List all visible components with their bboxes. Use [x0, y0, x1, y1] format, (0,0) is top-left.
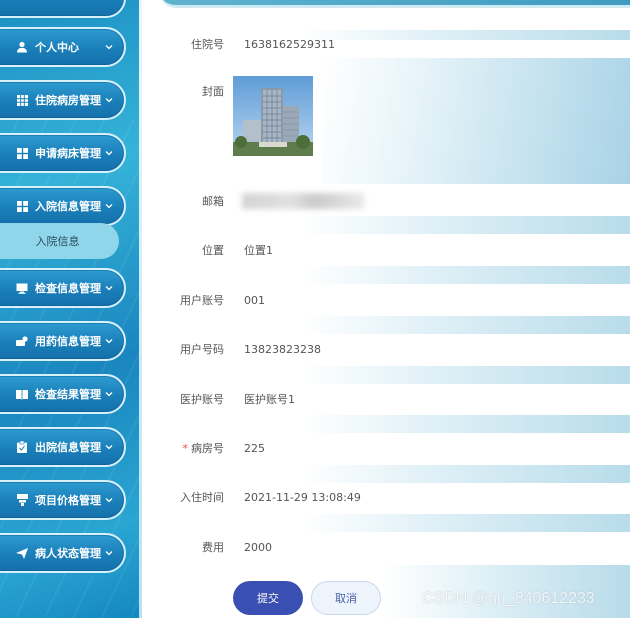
- cancel-button[interactable]: 取消: [311, 581, 381, 615]
- sidebar-item-label: 出院信息管理: [35, 441, 101, 454]
- nurse-account-value[interactable]: 医护账号1: [244, 391, 295, 407]
- email-redaction: [242, 193, 364, 209]
- row-stripe: [302, 266, 630, 284]
- user-icon: [14, 39, 30, 55]
- sidebar-item-personal-center[interactable]: 个人中心: [0, 27, 126, 67]
- sidebar-item-ward-management[interactable]: 住院病房管理: [0, 80, 126, 120]
- row-stripe: [302, 316, 630, 334]
- checkin-time-value[interactable]: 2021-11-29 13:08:49: [244, 491, 361, 504]
- ward-no-label-wrap: * 病房号: [142, 440, 225, 456]
- sidebar-item-patient-status[interactable]: 病人状态管理: [0, 533, 126, 573]
- ward-no-label: 病房号: [191, 442, 224, 455]
- cover-image[interactable]: [233, 76, 313, 156]
- top-tab-bar: [160, 0, 630, 8]
- email-label: 邮箱: [202, 195, 224, 208]
- sidebar-item-label: 检查信息管理: [35, 282, 101, 295]
- form-row-checkin-time: 入住时间 2021-11-29 13:08:49: [142, 488, 630, 506]
- chevron-down-icon: [102, 334, 116, 348]
- send-icon: [14, 545, 30, 561]
- sidebar-subitem-admission-info[interactable]: 入院信息: [0, 223, 119, 259]
- sidebar-item-medication-info[interactable]: 用药信息管理: [0, 321, 126, 361]
- cover-background: [322, 58, 630, 184]
- cover-label: 封面: [202, 85, 224, 98]
- sidebar-item-bed-application[interactable]: 申请病床管理: [0, 133, 126, 173]
- row-stripe: [302, 216, 630, 234]
- cost-label: 费用: [202, 541, 224, 554]
- main-content: 住院号 1638162529311 封面 邮箱 位置 位置1 用户账号 001 …: [142, 0, 630, 618]
- form-row-admission-no: 住院号 1638162529311: [142, 35, 630, 53]
- sidebar-item-label: 住院病房管理: [35, 94, 101, 107]
- form-row-location: 位置 位置1: [142, 241, 630, 259]
- chevron-down-icon: [102, 493, 116, 507]
- sidebar: 个人中心 住院病房管理 申请病床管理 入院信息管理 入院信息 检查信息管理 用药…: [0, 0, 142, 618]
- required-asterisk: *: [182, 442, 189, 455]
- chevron-down-icon: [102, 40, 116, 54]
- grid-icon: [14, 92, 30, 108]
- chevron-down-icon: [102, 440, 116, 454]
- sidebar-item-label: 申请病床管理: [35, 147, 101, 160]
- grid-icon: [14, 198, 30, 214]
- sidebar-item-exam-info[interactable]: 检查信息管理: [0, 268, 126, 308]
- form-row-nurse-account: 医护账号 医护账号1: [142, 390, 630, 408]
- sidebar-item-item-pricing[interactable]: 项目价格管理: [0, 480, 126, 520]
- form-row-ward-no: * 病房号 225: [142, 439, 630, 457]
- ward-no-value[interactable]: 225: [244, 442, 265, 455]
- chevron-down-icon: [102, 199, 116, 213]
- chevron-down-icon: [102, 546, 116, 560]
- chevron-down-icon: [102, 387, 116, 401]
- row-stripe: [302, 514, 630, 532]
- sidebar-item-admission-management[interactable]: 入院信息管理: [0, 186, 126, 226]
- pill-icon: [14, 333, 30, 349]
- grid-icon: [14, 145, 30, 161]
- chevron-down-icon: [102, 281, 116, 295]
- sidebar-item-label: 检查结果管理: [35, 388, 101, 401]
- book-icon: [14, 386, 30, 402]
- sidebar-item-label: 病人状态管理: [35, 547, 101, 560]
- sidebar-item-label: 项目价格管理: [35, 494, 101, 507]
- location-value[interactable]: 位置1: [244, 242, 273, 258]
- user-account-label: 用户账号: [180, 294, 224, 307]
- clipboard-icon: [14, 439, 30, 455]
- chevron-down-icon: [102, 146, 116, 160]
- user-account-value[interactable]: 001: [244, 294, 265, 307]
- row-stripe: [302, 415, 630, 433]
- form-row-user-account: 用户账号 001: [142, 291, 630, 309]
- location-label: 位置: [202, 244, 224, 257]
- sidebar-item-label: 个人中心: [35, 41, 79, 54]
- user-phone-label: 用户号码: [180, 343, 224, 356]
- menu-icon: [14, 0, 30, 6]
- form-row-cost: 费用 2000: [142, 538, 630, 556]
- cost-value[interactable]: 2000: [244, 541, 272, 554]
- chevron-down-icon: [102, 93, 116, 107]
- tag-icon: [14, 492, 30, 508]
- user-phone-value[interactable]: 13823823238: [244, 343, 321, 356]
- nurse-account-label: 医护账号: [180, 393, 224, 406]
- form-row-email: 邮箱: [142, 192, 630, 210]
- row-stripe: [302, 465, 630, 483]
- sidebar-item-exam-results[interactable]: 检查结果管理: [0, 374, 126, 414]
- sidebar-item-label: 用药信息管理: [35, 335, 101, 348]
- sidebar-item-label: 入院信息管理: [35, 200, 101, 213]
- sidebar-item-top[interactable]: [0, 0, 126, 18]
- checkin-time-label: 入住时间: [180, 491, 224, 504]
- form-row-cover: 封面: [142, 82, 630, 100]
- form-row-user-phone: 用户号码 13823823238: [142, 340, 630, 358]
- monitor-icon: [14, 280, 30, 296]
- sidebar-item-discharge-info[interactable]: 出院信息管理: [0, 427, 126, 467]
- admission-no-value[interactable]: 1638162529311: [244, 38, 335, 51]
- admission-no-label: 住院号: [191, 38, 224, 51]
- watermark-text: CSDN @qq_840612233: [422, 590, 595, 607]
- submit-button[interactable]: 提交: [233, 581, 303, 615]
- row-stripe: [302, 366, 630, 384]
